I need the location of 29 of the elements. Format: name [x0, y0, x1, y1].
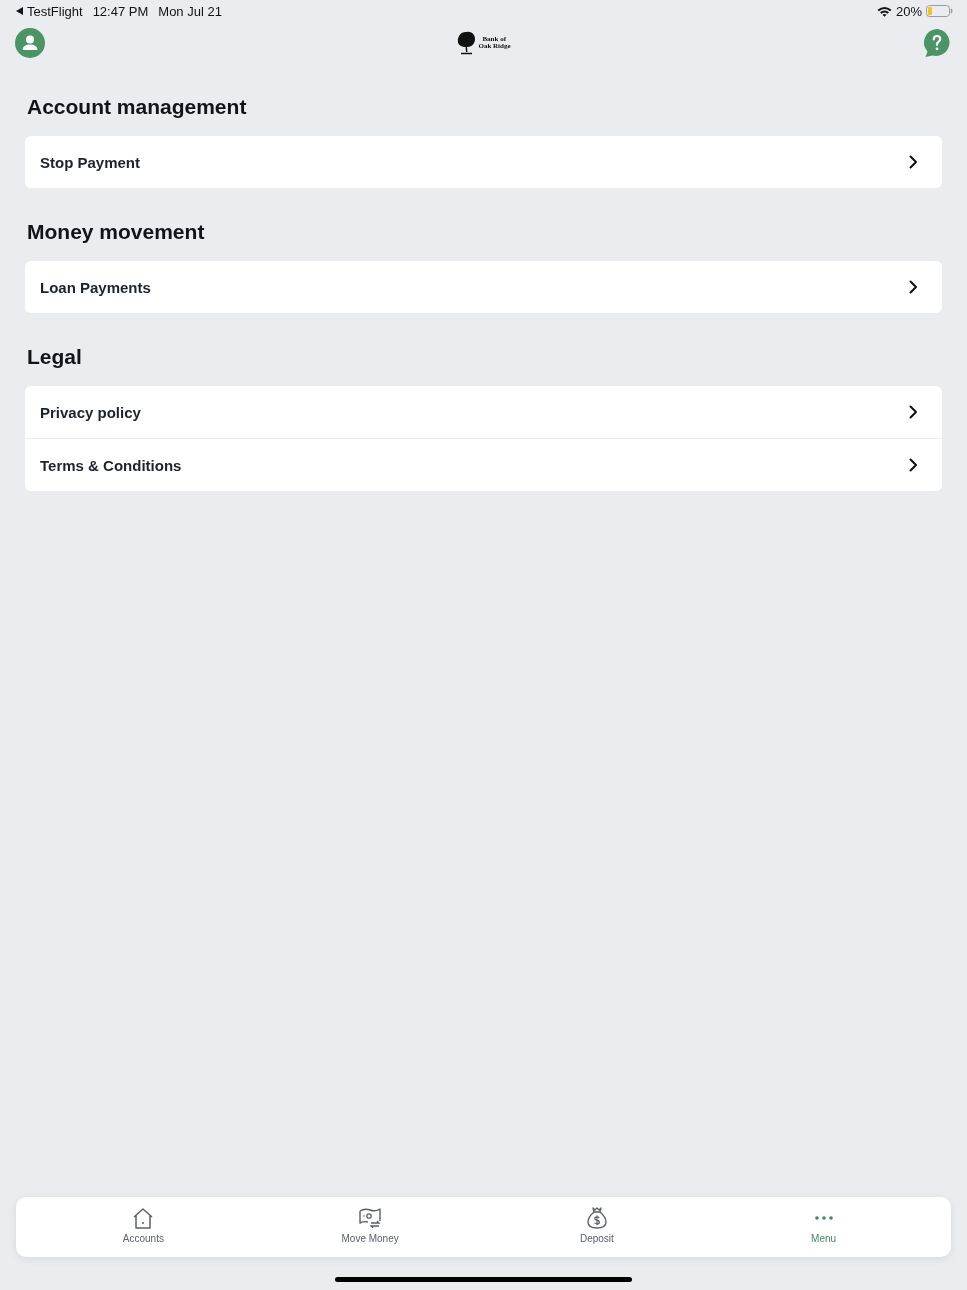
tab-item[interactable]: Menu	[710, 1197, 937, 1257]
list-row[interactable]: Stop Payment	[25, 136, 942, 188]
chevron-right-icon	[909, 458, 918, 472]
wifi-icon	[876, 5, 892, 17]
battery-icon	[926, 5, 953, 17]
status-date: Mon Jul 21	[158, 3, 222, 19]
chevron-right-icon	[909, 280, 918, 294]
back-link[interactable]: TestFlight	[16, 3, 83, 19]
tab-item[interactable]: Move Money	[256, 1197, 484, 1257]
money-bag-icon	[586, 1207, 607, 1229]
list-row[interactable]: Loan Payments	[25, 261, 942, 313]
list-row[interactable]: Privacy policy	[25, 386, 942, 438]
tab-item[interactable]: Deposit	[483, 1197, 711, 1257]
tab-item[interactable]: Accounts	[30, 1197, 257, 1257]
profile-icon[interactable]	[15, 28, 45, 58]
list-row[interactable]: Terms & Conditions	[25, 439, 942, 491]
status-time: 12:47 PM	[92, 3, 149, 19]
section-heading: Legal	[27, 344, 83, 370]
house-icon	[133, 1207, 154, 1229]
chevron-right-icon	[909, 155, 918, 169]
help-icon[interactable]	[923, 29, 951, 57]
chevron-right-icon	[909, 405, 918, 419]
money-transfer-icon	[359, 1208, 382, 1228]
section-heading: Account management	[27, 94, 248, 120]
battery-percent: 20%	[895, 3, 922, 19]
back-icon	[16, 7, 23, 15]
more-icon	[814, 1216, 833, 1220]
section-heading: Money movement	[27, 219, 206, 245]
tree-icon	[457, 31, 477, 55]
